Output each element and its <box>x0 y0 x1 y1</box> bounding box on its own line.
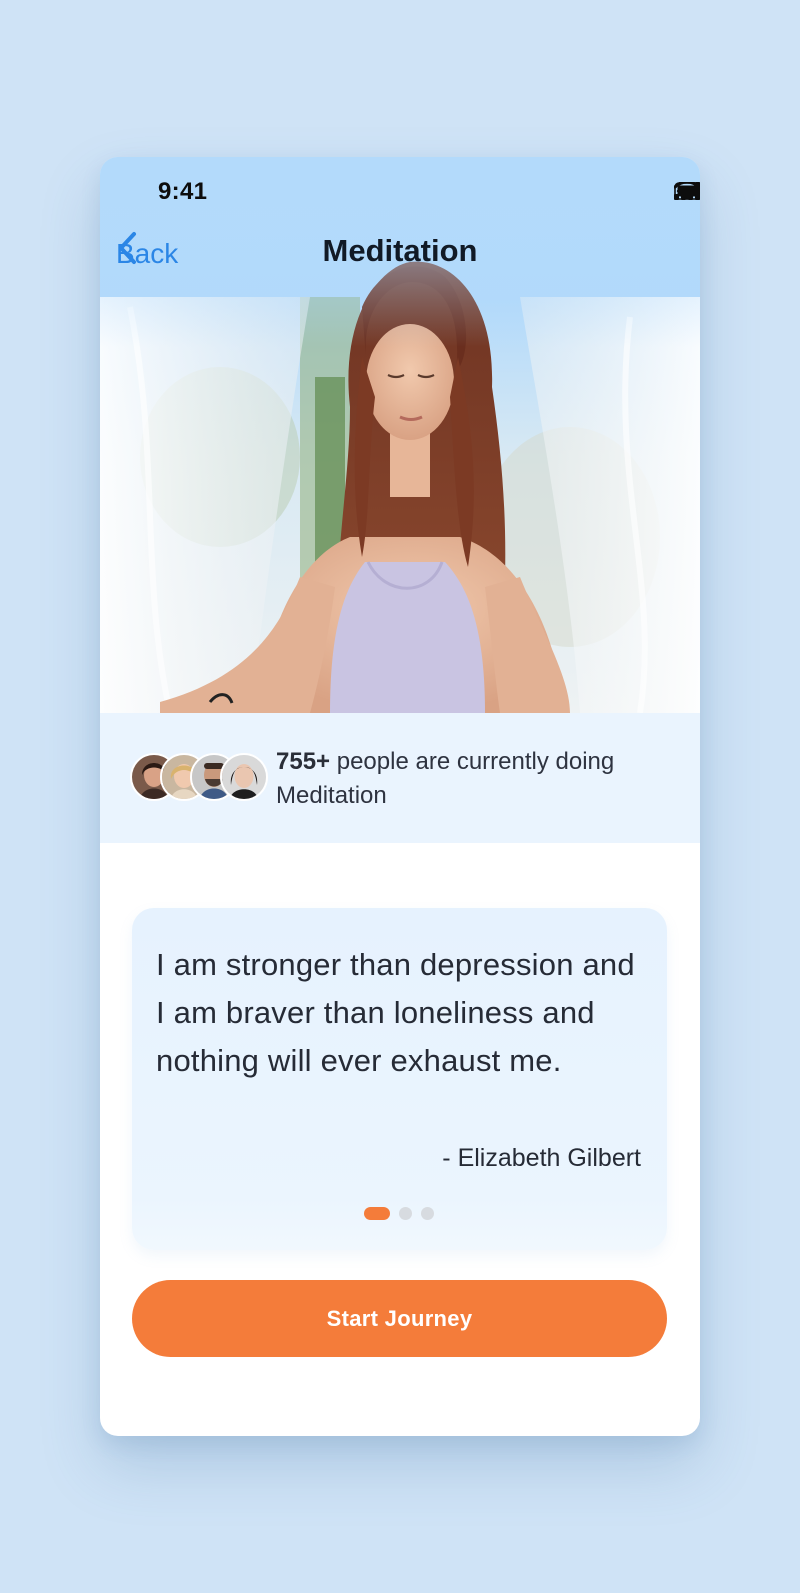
social-proof-banner: 755+ people are currently doing Meditati… <box>100 713 700 843</box>
quote-text: I am stronger than depression and I am b… <box>156 947 635 1078</box>
navigation-bar: Back Meditation <box>100 229 700 279</box>
avatar-group <box>130 753 268 803</box>
avatar <box>220 753 268 801</box>
pagination-dot[interactable] <box>399 1207 412 1220</box>
battery-icon <box>674 182 700 200</box>
status-bar: 9:41 <box>100 157 700 229</box>
pagination-dot-active[interactable] <box>364 1207 390 1220</box>
active-users-count: 755+ <box>276 748 331 775</box>
active-users-text: 755+ people are currently doing Meditati… <box>276 745 676 813</box>
page-title: Meditation <box>322 233 478 268</box>
pagination-dot[interactable] <box>421 1207 434 1220</box>
carousel-pagination <box>364 1207 434 1220</box>
start-journey-button[interactable]: Start Journey <box>132 1280 667 1357</box>
phone-screen: 9:41 Back Meditation 755+ people are cur… <box>100 157 700 1436</box>
quote-card[interactable]: I am stronger than depression and I am b… <box>132 908 667 1250</box>
quote-author: - Elizabeth Gilbert <box>442 1144 641 1172</box>
status-time: 9:41 <box>158 178 208 205</box>
hero-image: 9:41 Back Meditation <box>100 157 700 713</box>
